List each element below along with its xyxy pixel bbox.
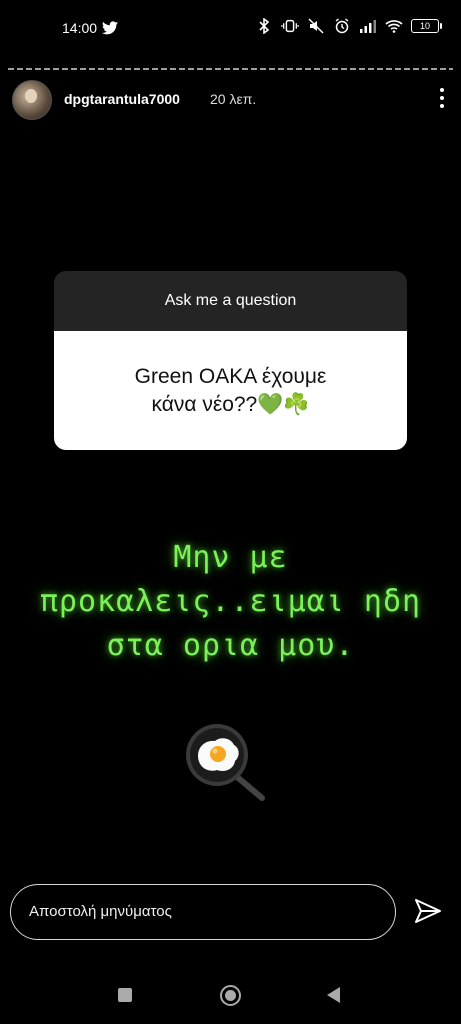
- question-line-1: Green OAKA έχουμε: [134, 364, 327, 388]
- question-sticker-body: Green OAKA έχουμε κάνα νέο??💚☘️: [54, 331, 407, 450]
- bluetooth-icon: [259, 18, 270, 34]
- vibrate-icon: [281, 19, 299, 33]
- fried-egg-pan-icon: [186, 724, 265, 801]
- story-text-line-3: στα ορια μου.: [106, 628, 355, 663]
- question-sticker[interactable]: Ask me a question Green OAKA έχουμε κάνα…: [54, 271, 407, 450]
- post-time: 20 λεπ.: [210, 91, 257, 107]
- wifi-icon: [385, 20, 403, 33]
- send-icon[interactable]: [412, 895, 444, 927]
- username[interactable]: dpgtarantula7000: [64, 91, 180, 107]
- question-sticker-header: Ask me a question: [54, 271, 407, 331]
- message-input[interactable]: Αποστολή μηνύματος: [10, 884, 396, 940]
- mute-icon: [308, 18, 324, 34]
- story-progress-bar: [8, 68, 453, 70]
- more-options-icon[interactable]: [435, 86, 449, 110]
- question-emojis: 💚☘️: [257, 392, 310, 416]
- story-header: dpgtarantula7000 20 λεπ.: [12, 80, 449, 120]
- recents-button[interactable]: [118, 988, 132, 1002]
- system-nav-bar: [0, 968, 461, 1024]
- status-bar: 14:00 10: [0, 0, 461, 56]
- alarm-icon: [335, 18, 349, 34]
- story-text-line-2: προκαλεις..ειμαι ηδη: [39, 584, 422, 619]
- home-button[interactable]: [220, 985, 241, 1006]
- avatar[interactable]: [12, 80, 52, 120]
- message-placeholder: Αποστολή μηνύματος: [29, 903, 172, 920]
- back-button[interactable]: [327, 987, 340, 1003]
- battery-icon: 10: [411, 19, 442, 33]
- story-text: Μην με προκαλεις..ειμαι ηδη στα ορια μου…: [20, 536, 441, 668]
- twitter-icon: [102, 21, 118, 35]
- signal-icon: [360, 20, 376, 33]
- status-time: 14:00: [62, 20, 98, 36]
- question-line-2: κάνα νέο??: [151, 392, 258, 416]
- story-text-line-1: Μην με: [173, 540, 288, 575]
